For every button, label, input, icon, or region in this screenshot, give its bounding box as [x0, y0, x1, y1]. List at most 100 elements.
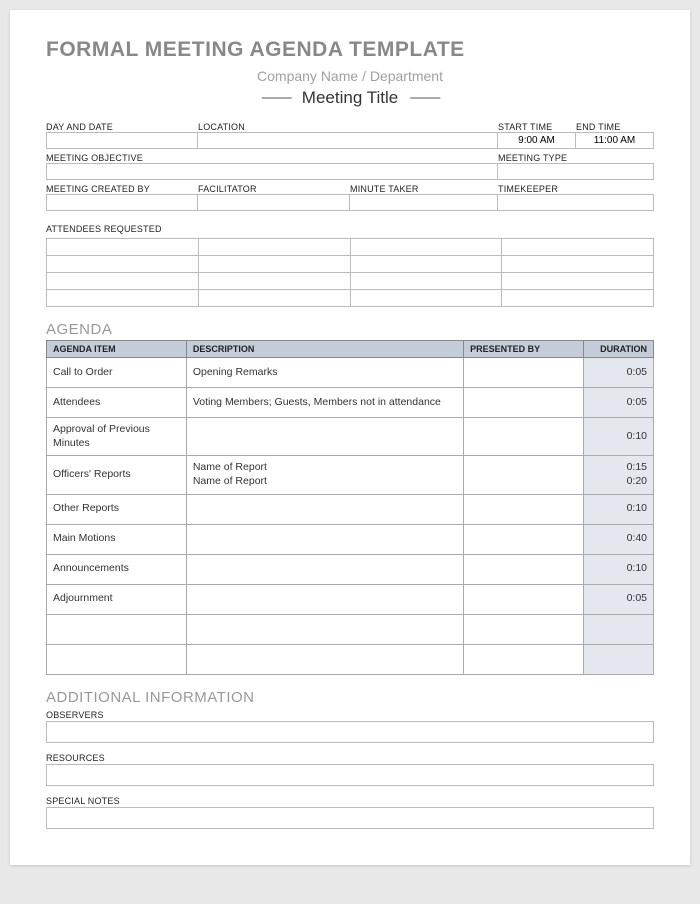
header-description: DESCRIPTION — [186, 341, 463, 358]
agenda-row: AttendeesVoting Members; Guests, Members… — [47, 388, 654, 418]
attendee-cell[interactable] — [350, 239, 502, 256]
agenda-duration-cell[interactable]: 0:10 — [584, 418, 654, 456]
label-attendees: ATTENDEES REQUESTED — [46, 224, 162, 234]
agenda-presented-by-cell[interactable] — [464, 554, 584, 584]
input-end-time[interactable]: 11:00 AM — [575, 132, 654, 149]
agenda-row: Officers' ReportsName of Report Name of … — [47, 456, 654, 494]
table-row — [47, 273, 654, 290]
agenda-presented-by-cell[interactable] — [464, 388, 584, 418]
agenda-item-cell[interactable]: Approval of Previous Minutes — [47, 418, 187, 456]
row-objective-type: MEETING OBJECTIVE MEETING TYPE — [46, 153, 654, 180]
attendee-cell[interactable] — [47, 256, 199, 273]
section-title-additional: ADDITIONAL INFORMATION — [46, 689, 654, 706]
input-created-by[interactable] — [46, 194, 198, 211]
page: FORMAL MEETING AGENDA TEMPLATE Company N… — [10, 10, 690, 865]
agenda-description-cell[interactable] — [186, 554, 463, 584]
input-special-notes[interactable] — [46, 807, 654, 829]
input-facilitator[interactable] — [197, 194, 350, 211]
input-minute-taker[interactable] — [349, 194, 498, 211]
agenda-presented-by-cell[interactable] — [464, 644, 584, 674]
agenda-item-cell[interactable]: Other Reports — [47, 494, 187, 524]
agenda-description-cell[interactable] — [186, 418, 463, 456]
header-agenda-item: AGENDA ITEM — [47, 341, 187, 358]
header-duration: DURATION — [584, 341, 654, 358]
agenda-description-cell[interactable]: Opening Remarks — [186, 358, 463, 388]
input-observers[interactable] — [46, 721, 654, 743]
attendee-cell[interactable] — [502, 273, 654, 290]
section-title-agenda: AGENDA — [46, 321, 654, 338]
input-type[interactable] — [497, 163, 654, 180]
agenda-duration-cell[interactable]: 0:15 0:20 — [584, 456, 654, 494]
attendee-cell[interactable] — [47, 239, 199, 256]
label-resources: RESOURCES — [46, 753, 654, 763]
agenda-duration-cell[interactable]: 0:10 — [584, 554, 654, 584]
dash-left: —— — [262, 89, 290, 107]
label-minute-taker: MINUTE TAKER — [350, 184, 498, 194]
label-objective: MEETING OBJECTIVE — [46, 153, 498, 163]
meeting-title: Meeting Title — [302, 88, 398, 108]
agenda-item-cell[interactable]: Main Motions — [47, 524, 187, 554]
agenda-row: Call to OrderOpening Remarks 0:05 — [47, 358, 654, 388]
table-row — [47, 239, 654, 256]
attendee-cell[interactable] — [198, 256, 350, 273]
agenda-row — [47, 614, 654, 644]
input-objective[interactable] — [46, 163, 498, 180]
attendee-cell[interactable] — [350, 256, 502, 273]
input-resources[interactable] — [46, 764, 654, 786]
company-name: Company Name / Department — [46, 68, 654, 84]
input-day-date[interactable] — [46, 132, 198, 149]
agenda-duration-cell[interactable] — [584, 614, 654, 644]
input-start-time[interactable]: 9:00 AM — [497, 132, 576, 149]
agenda-description-cell[interactable] — [186, 494, 463, 524]
attendee-cell[interactable] — [502, 239, 654, 256]
agenda-item-cell[interactable]: Attendees — [47, 388, 187, 418]
agenda-item-cell[interactable] — [47, 644, 187, 674]
agenda-presented-by-cell[interactable] — [464, 614, 584, 644]
agenda-presented-by-cell[interactable] — [464, 584, 584, 614]
agenda-description-cell[interactable] — [186, 524, 463, 554]
agenda-duration-cell[interactable]: 0:40 — [584, 524, 654, 554]
agenda-description-cell[interactable]: Name of Report Name of Report — [186, 456, 463, 494]
agenda-item-cell[interactable]: Call to Order — [47, 358, 187, 388]
attendee-cell[interactable] — [47, 273, 199, 290]
agenda-duration-cell[interactable]: 0:10 — [584, 494, 654, 524]
agenda-description-cell[interactable] — [186, 584, 463, 614]
attendee-cell[interactable] — [502, 290, 654, 307]
additional-info: OBSERVERS RESOURCES SPECIAL NOTES — [46, 710, 654, 829]
label-type: MEETING TYPE — [498, 153, 654, 163]
header-presented-by: PRESENTED BY — [464, 341, 584, 358]
agenda-description-cell[interactable]: Voting Members; Guests, Members not in a… — [186, 388, 463, 418]
label-end-time: END TIME — [576, 122, 654, 132]
input-timekeeper[interactable] — [497, 194, 654, 211]
attendee-cell[interactable] — [198, 290, 350, 307]
agenda-duration-cell[interactable]: 0:05 — [584, 358, 654, 388]
agenda-duration-cell[interactable] — [584, 644, 654, 674]
attendee-cell[interactable] — [350, 290, 502, 307]
agenda-presented-by-cell[interactable] — [464, 494, 584, 524]
label-special-notes: SPECIAL NOTES — [46, 796, 654, 806]
input-location[interactable] — [197, 132, 498, 149]
agenda-description-cell[interactable] — [186, 644, 463, 674]
attendee-cell[interactable] — [350, 273, 502, 290]
agenda-item-cell[interactable] — [47, 614, 187, 644]
attendees-table — [46, 238, 654, 307]
label-day-date: DAY AND DATE — [46, 122, 198, 132]
attendee-cell[interactable] — [502, 256, 654, 273]
agenda-item-cell[interactable]: Adjournment — [47, 584, 187, 614]
agenda-presented-by-cell[interactable] — [464, 358, 584, 388]
label-observers: OBSERVERS — [46, 710, 654, 720]
agenda-duration-cell[interactable]: 0:05 — [584, 388, 654, 418]
agenda-duration-cell[interactable]: 0:05 — [584, 584, 654, 614]
label-timekeeper: TIMEKEEPER — [498, 184, 654, 194]
agenda-presented-by-cell[interactable] — [464, 524, 584, 554]
agenda-description-cell[interactable] — [186, 614, 463, 644]
agenda-item-cell[interactable]: Officers' Reports — [47, 456, 187, 494]
attendee-cell[interactable] — [198, 273, 350, 290]
agenda-presented-by-cell[interactable] — [464, 418, 584, 456]
attendee-cell[interactable] — [47, 290, 199, 307]
label-location: LOCATION — [198, 122, 498, 132]
agenda-presented-by-cell[interactable] — [464, 456, 584, 494]
dash-right: —— — [410, 89, 438, 107]
agenda-item-cell[interactable]: Announcements — [47, 554, 187, 584]
attendee-cell[interactable] — [198, 239, 350, 256]
